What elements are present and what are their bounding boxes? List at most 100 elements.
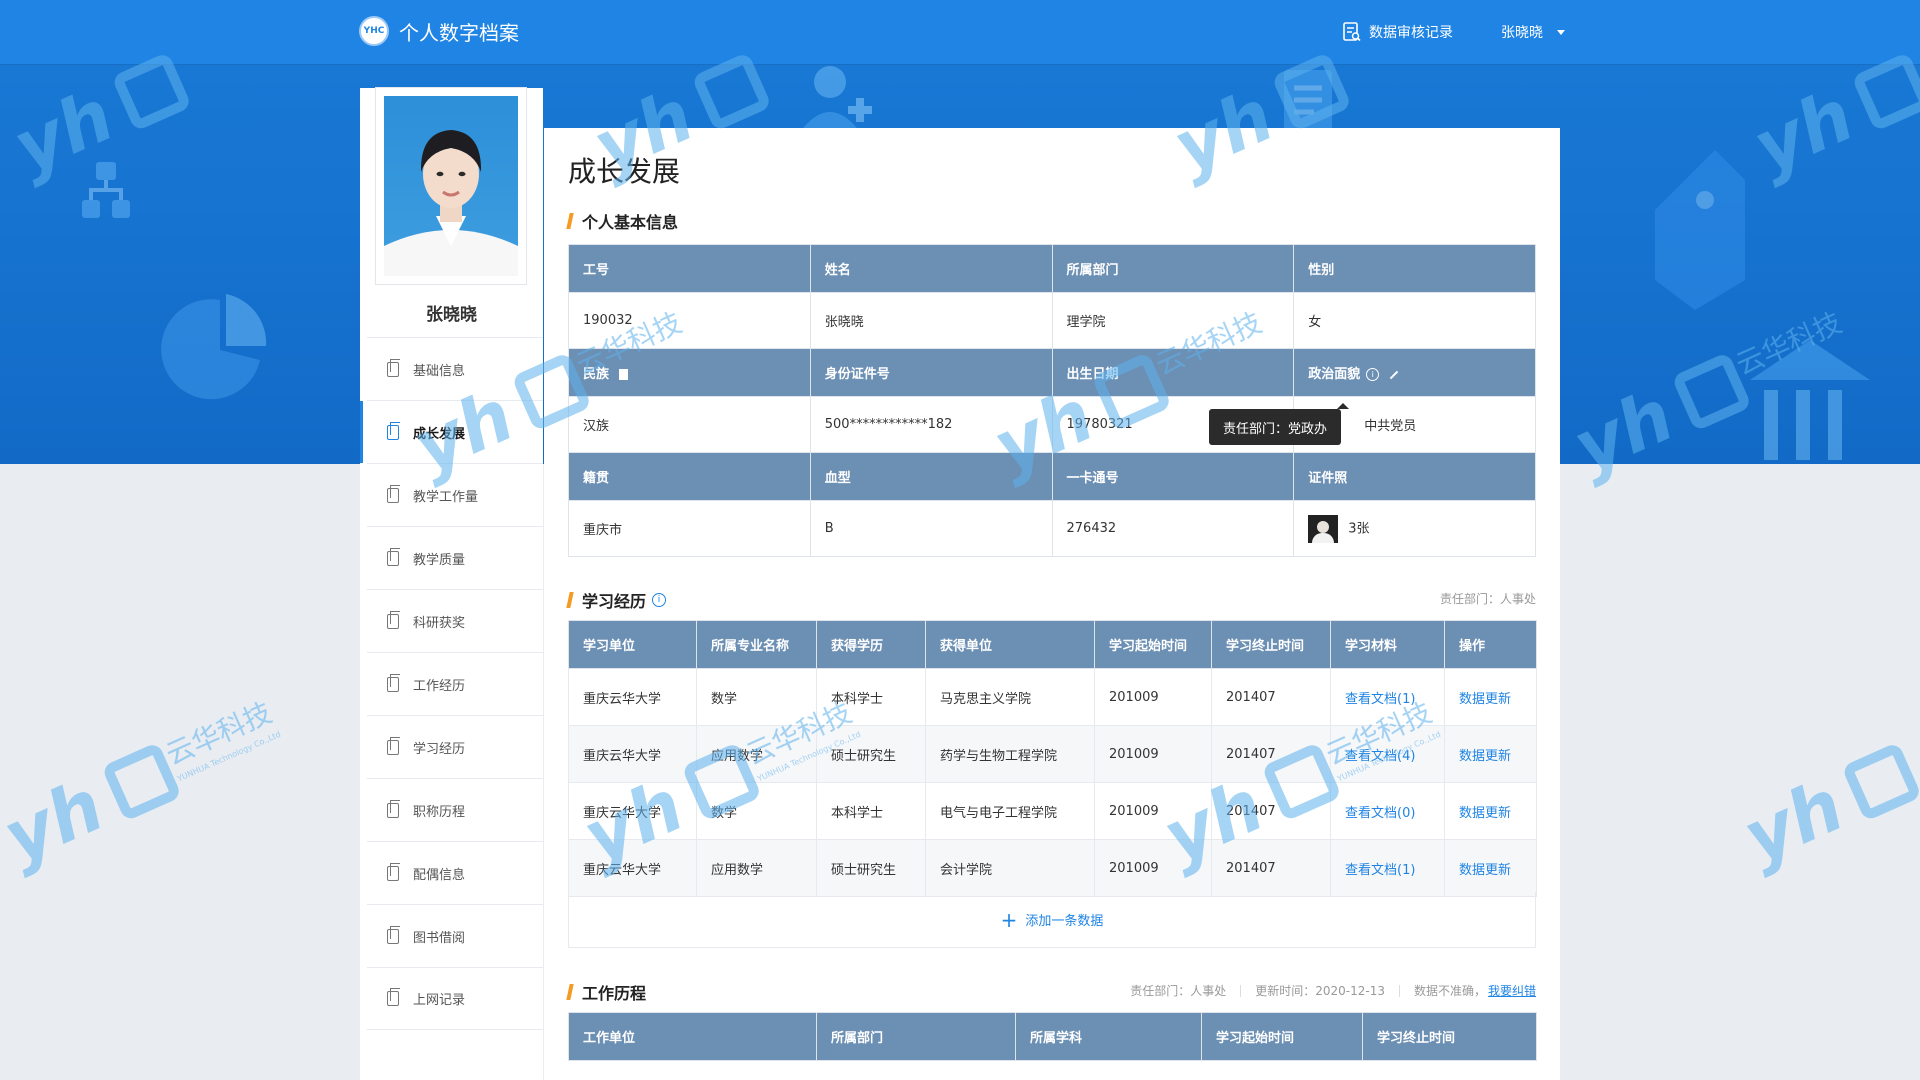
- name-value: 张晓晓: [809, 292, 1053, 349]
- basic-header-cell: 工号: [568, 244, 811, 293]
- file-icon[interactable]: [619, 369, 629, 380]
- plus-icon: +: [1000, 907, 1018, 932]
- table-row: 重庆云华大学 数学 本科学士 马克思主义学院 201009 201407 查看文…: [568, 668, 1537, 726]
- document-icon: [387, 736, 400, 755]
- table-cell: 201407: [1211, 668, 1331, 726]
- table-cell: 重庆云华大学: [568, 668, 697, 726]
- update-data-link[interactable]: 数据更新: [1459, 863, 1511, 878]
- sidebar-nav: 基础信息 成长发展 教学工作量 教学质量 科研获奖 工作经历 学习经历 职称历程…: [360, 337, 543, 1030]
- audit-records-link[interactable]: 数据审核记录: [1343, 22, 1453, 42]
- section-accent-bar: [566, 213, 574, 229]
- study-table: 学习单位 所属专业名称 获得学历 获得单位 学习起始时间 学习终止时间 学习材料…: [568, 620, 1537, 897]
- study-col-header: 获得单位: [925, 620, 1095, 669]
- add-record-button[interactable]: + 添加一条数据: [568, 892, 1536, 948]
- basic-info-section-title: 个人基本信息: [566, 209, 678, 233]
- table-cell: 电气与电子工程学院: [925, 782, 1095, 840]
- study-section-title: 学习经历 i: [566, 588, 667, 612]
- page-title: 成长发展: [568, 155, 681, 188]
- view-documents-link[interactable]: 查看文档(1): [1345, 692, 1415, 707]
- document-icon: [387, 799, 400, 818]
- table-cell: 201407: [1211, 782, 1331, 840]
- update-data-link[interactable]: 数据更新: [1459, 692, 1511, 707]
- table-cell: 查看文档(1): [1330, 668, 1445, 726]
- sidebar-item-spouse-info[interactable]: 配偶信息: [367, 841, 543, 904]
- document-icon: [387, 610, 400, 629]
- table-row: 重庆云华大学 应用数学 硕士研究生 会计学院 201009 201407 查看文…: [568, 839, 1537, 897]
- top-header: YHC 个人数字档案 数据审核记录 张晓晓: [0, 0, 1920, 64]
- university-badge-icon: YHC: [359, 16, 389, 46]
- view-documents-link[interactable]: 查看文档(0): [1345, 806, 1415, 821]
- section-accent-bar: [566, 592, 574, 608]
- work-section-title: 工作历程: [566, 980, 646, 1004]
- view-documents-link[interactable]: 查看文档(4): [1345, 749, 1415, 764]
- basic-header-cell: 一卡通号: [1051, 452, 1295, 501]
- table-cell: 数学: [696, 668, 817, 726]
- app-title: 个人数字档案: [399, 20, 519, 45]
- report-error-link[interactable]: 我要纠错: [1488, 982, 1536, 999]
- work-col-header: 学习终止时间: [1362, 1012, 1537, 1061]
- update-data-link[interactable]: 数据更新: [1459, 806, 1511, 821]
- user-name: 张晓晓: [1501, 25, 1543, 41]
- table-cell: 数据更新: [1444, 668, 1537, 726]
- basic-header-cell: 性别: [1293, 244, 1536, 293]
- document-icon: [387, 421, 400, 440]
- table-cell: 201407: [1211, 839, 1331, 897]
- watermark-sub-text: YUNHUA Technology Co.,Ltd: [175, 730, 282, 784]
- document-stack-icon: [1284, 70, 1332, 132]
- document-icon: [387, 484, 400, 503]
- table-cell: 马克思主义学院: [925, 668, 1095, 726]
- sidebar-item-library-borrowing[interactable]: 图书借阅: [367, 904, 543, 967]
- table-cell: 201009: [1094, 725, 1212, 783]
- basic-header-cell: 姓名: [809, 244, 1053, 293]
- table-cell: 201407: [1211, 725, 1331, 783]
- work-table: 工作单位 所属部门 所属学科 学习起始时间 学习终止时间: [568, 1012, 1537, 1061]
- work-col-header: 工作单位: [568, 1012, 817, 1061]
- card-number-value: 276432: [1051, 500, 1295, 557]
- table-cell: 会计学院: [925, 839, 1095, 897]
- sidebar-item-study-experience[interactable]: 学习经历: [367, 715, 543, 778]
- table-cell: 查看文档(0): [1330, 782, 1445, 840]
- profile-sidebar: 张晓晓 基础信息 成长发展 教学工作量 教学质量 科研获奖 工作经历 学习经历 …: [360, 88, 543, 1080]
- table-cell: 数据更新: [1444, 839, 1537, 897]
- ethnicity-value: 汉族: [568, 396, 811, 453]
- user-menu[interactable]: 张晓晓: [1501, 22, 1565, 42]
- update-data-link[interactable]: 数据更新: [1459, 749, 1511, 764]
- sidebar-item-title-history[interactable]: 职称历程: [367, 778, 543, 841]
- study-col-header: 学习起始时间: [1094, 620, 1212, 669]
- id-photo-cell[interactable]: 3张: [1293, 500, 1536, 557]
- table-cell: 201009: [1094, 839, 1212, 897]
- table-cell: 本科学士: [816, 668, 926, 726]
- document-icon: [387, 547, 400, 566]
- basic-header-cell: 出生日期: [1051, 348, 1295, 397]
- blood-type-value: B: [809, 500, 1053, 557]
- svg-text:yh: yh: [0, 763, 115, 880]
- document-icon: [387, 862, 400, 881]
- table-cell: 重庆云华大学: [568, 782, 697, 840]
- sidebar-item-internet-records[interactable]: 上网记录: [367, 967, 543, 1030]
- department-tooltip: 责任部门：党政办: [1209, 403, 1350, 445]
- table-cell: 重庆云华大学: [568, 725, 697, 783]
- sidebar-item-teaching-quality[interactable]: 教学质量: [367, 526, 543, 589]
- study-section-meta: 责任部门：人事处: [1439, 592, 1536, 606]
- id-photo-thumbnail[interactable]: [1308, 514, 1339, 543]
- edit-pencil-icon[interactable]: [1390, 370, 1399, 379]
- section-accent-bar: [566, 984, 574, 1000]
- app-logo[interactable]: YHC 个人数字档案: [359, 16, 519, 46]
- id-number-value: 500************182: [809, 396, 1053, 453]
- document-icon: [387, 925, 400, 944]
- sidebar-item-teaching-workload[interactable]: 教学工作量: [367, 463, 543, 526]
- study-col-header: 操作: [1444, 620, 1537, 669]
- sidebar-item-research-awards[interactable]: 科研获奖: [367, 589, 543, 652]
- tag-icon: [1655, 150, 1745, 310]
- sidebar-item-work-experience[interactable]: 工作经历: [367, 652, 543, 715]
- sidebar-item-growth[interactable]: 成长发展: [360, 400, 543, 463]
- sidebar-item-basic-info[interactable]: 基础信息: [367, 337, 543, 400]
- info-icon[interactable]: i: [652, 593, 667, 607]
- study-col-header: 获得学历: [816, 620, 926, 669]
- employee-id-value: 190032: [568, 292, 811, 349]
- watermark-logo: yh 云华科技 YUNHUA Technology Co.,Ltd: [0, 696, 282, 880]
- view-documents-link[interactable]: 查看文档(1): [1345, 863, 1415, 878]
- info-icon[interactable]: i: [1366, 368, 1380, 381]
- pie-chart-icon: [161, 294, 267, 400]
- basic-info-table: 工号 姓名 所属部门 性别 190032 张晓晓 理学院 女 民族 身份证件号 …: [568, 244, 1536, 557]
